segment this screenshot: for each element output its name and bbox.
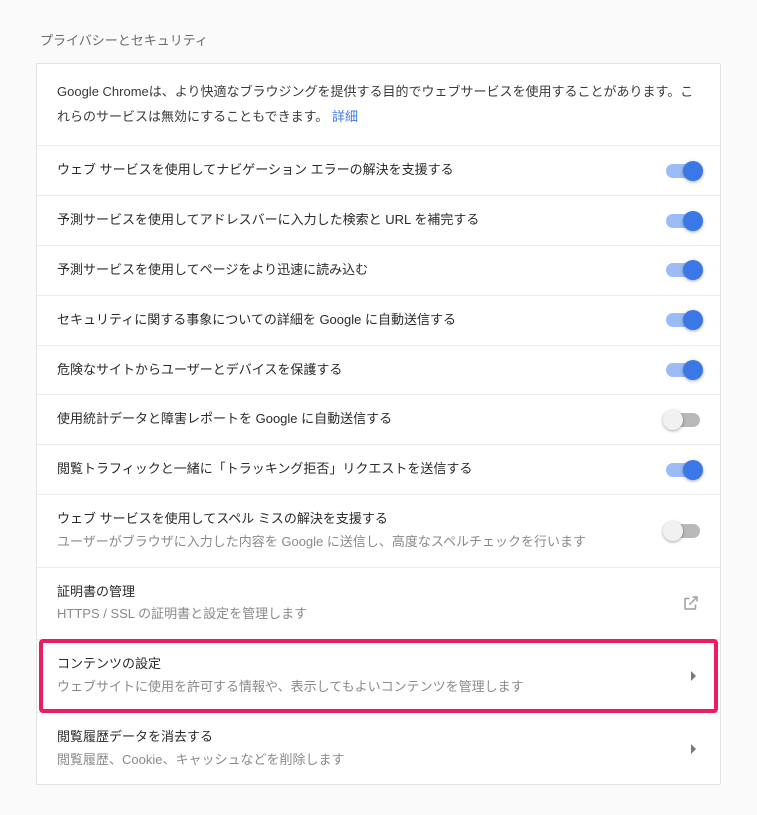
row-sub: ユーザーがブラウザに入力した内容を Google に送信し、高度なスペルチェック… bbox=[57, 532, 650, 553]
toggle-usage-stats[interactable] bbox=[666, 413, 700, 427]
intro-link[interactable]: 詳細 bbox=[332, 109, 358, 124]
row-label: コンテンツの設定 bbox=[57, 654, 675, 675]
row-sub: 閲覧履歴、Cookie、キャッシュなどを削除します bbox=[57, 750, 675, 771]
section-title: プライバシーとセキュリティ bbox=[36, 30, 721, 49]
chevron-right-icon bbox=[691, 671, 696, 681]
toggle-spellcheck[interactable] bbox=[666, 524, 700, 538]
row-clear-data[interactable]: 閲覧履歴データを消去する 閲覧履歴、Cookie、キャッシュなどを削除します bbox=[37, 713, 720, 785]
external-link-icon bbox=[682, 594, 700, 612]
row-label: 予測サービスを使用してページをより迅速に読み込む bbox=[57, 260, 650, 281]
row-label: 使用統計データと障害レポートを Google に自動送信する bbox=[57, 409, 650, 430]
row-content-settings[interactable]: コンテンツの設定 ウェブサイトに使用を許可する情報や、表示してもよいコンテンツを… bbox=[37, 640, 720, 713]
row-label: ウェブ サービスを使用してナビゲーション エラーの解決を支援する bbox=[57, 160, 650, 181]
chevron-right-icon bbox=[691, 744, 696, 754]
row-label: 予測サービスを使用してアドレスバーに入力した検索と URL を補完する bbox=[57, 210, 650, 231]
row-sub: ウェブサイトに使用を許可する情報や、表示してもよいコンテンツを管理します bbox=[57, 677, 675, 698]
privacy-panel: Google Chromeは、より快適なブラウジングを提供する目的でウェブサービ… bbox=[36, 63, 721, 785]
row-label: セキュリティに関する事象についての詳細を Google に自動送信する bbox=[57, 310, 650, 331]
row-certificates[interactable]: 証明書の管理 HTTPS / SSL の証明書と設定を管理します bbox=[37, 568, 720, 641]
row-label: ウェブ サービスを使用してスペル ミスの解決を支援する bbox=[57, 509, 650, 530]
intro-body: Google Chromeは、より快適なブラウジングを提供する目的でウェブサービ… bbox=[57, 84, 693, 124]
row-label: 証明書の管理 bbox=[57, 582, 666, 603]
row-sub: HTTPS / SSL の証明書と設定を管理します bbox=[57, 604, 666, 625]
row-security-report: セキュリティに関する事象についての詳細を Google に自動送信する bbox=[37, 296, 720, 346]
row-label: 閲覧履歴データを消去する bbox=[57, 727, 675, 748]
row-usage-stats: 使用統計データと障害レポートを Google に自動送信する bbox=[37, 395, 720, 445]
row-dnt: 閲覧トラフィックと一緒に「トラッキング拒否」リクエストを送信する bbox=[37, 445, 720, 495]
row-label: 危険なサイトからユーザーとデバイスを保護する bbox=[57, 360, 650, 381]
row-spellcheck: ウェブ サービスを使用してスペル ミスの解決を支援する ユーザーがブラウザに入力… bbox=[37, 495, 720, 568]
toggle-dnt[interactable] bbox=[666, 463, 700, 477]
toggle-predict-search[interactable] bbox=[666, 214, 700, 228]
toggle-nav-error[interactable] bbox=[666, 164, 700, 178]
toggle-predict-load[interactable] bbox=[666, 263, 700, 277]
row-safe-browsing: 危険なサイトからユーザーとデバイスを保護する bbox=[37, 346, 720, 396]
intro-text: Google Chromeは、より快適なブラウジングを提供する目的でウェブサービ… bbox=[37, 64, 720, 146]
toggle-security-report[interactable] bbox=[666, 313, 700, 327]
row-predict-search: 予測サービスを使用してアドレスバーに入力した検索と URL を補完する bbox=[37, 196, 720, 246]
row-nav-error: ウェブ サービスを使用してナビゲーション エラーの解決を支援する bbox=[37, 146, 720, 196]
toggle-safe-browsing[interactable] bbox=[666, 363, 700, 377]
row-label: 閲覧トラフィックと一緒に「トラッキング拒否」リクエストを送信する bbox=[57, 459, 650, 480]
row-predict-load: 予測サービスを使用してページをより迅速に読み込む bbox=[37, 246, 720, 296]
